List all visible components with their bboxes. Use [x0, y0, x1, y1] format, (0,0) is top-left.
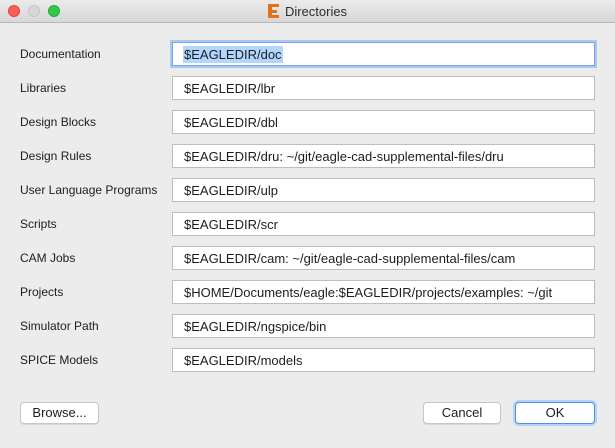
simulator-path-field[interactable] — [172, 314, 595, 338]
row-cam-jobs: CAM Jobs — [0, 246, 615, 270]
cancel-button[interactable]: Cancel — [423, 402, 501, 424]
design-rules-label: Design Rules — [20, 149, 92, 163]
design-rules-field[interactable] — [172, 144, 595, 168]
row-user-language-programs: User Language Programs — [0, 178, 615, 202]
directories-dialog: Directories Documentation $EAGLEDIR/doc … — [0, 0, 615, 448]
row-simulator-path: Simulator Path — [0, 314, 615, 338]
libraries-field[interactable] — [172, 76, 595, 100]
browse-button[interactable]: Browse... — [20, 402, 99, 424]
spice-models-label: SPICE Models — [20, 353, 99, 367]
row-design-blocks: Design Blocks — [0, 110, 615, 134]
design-blocks-field[interactable] — [172, 110, 595, 134]
title-bar: Directories — [0, 0, 615, 23]
user-language-programs-label: User Language Programs — [20, 183, 158, 197]
libraries-label: Libraries — [20, 81, 67, 95]
ok-button[interactable]: OK — [515, 402, 595, 424]
scripts-field[interactable] — [172, 212, 595, 236]
projects-label: Projects — [20, 285, 64, 299]
row-spice-models: SPICE Models — [0, 348, 615, 372]
projects-field[interactable] — [172, 280, 595, 304]
documentation-field[interactable] — [172, 42, 595, 66]
row-documentation: Documentation $EAGLEDIR/doc — [0, 42, 615, 66]
row-projects: Projects — [0, 280, 615, 304]
simulator-path-label: Simulator Path — [20, 319, 99, 333]
row-scripts: Scripts — [0, 212, 615, 236]
row-design-rules: Design Rules — [0, 144, 615, 168]
eagle-e-icon — [267, 4, 279, 18]
scripts-label: Scripts — [20, 217, 57, 231]
cam-jobs-label: CAM Jobs — [20, 251, 76, 265]
documentation-label: Documentation — [20, 47, 101, 61]
spice-models-field[interactable] — [172, 348, 595, 372]
row-libraries: Libraries — [0, 76, 615, 100]
window-title: Directories — [284, 3, 348, 19]
user-language-programs-field[interactable] — [172, 178, 595, 202]
title-area: Directories — [0, 0, 615, 22]
design-blocks-label: Design Blocks — [20, 115, 97, 129]
cam-jobs-field[interactable] — [172, 246, 595, 270]
